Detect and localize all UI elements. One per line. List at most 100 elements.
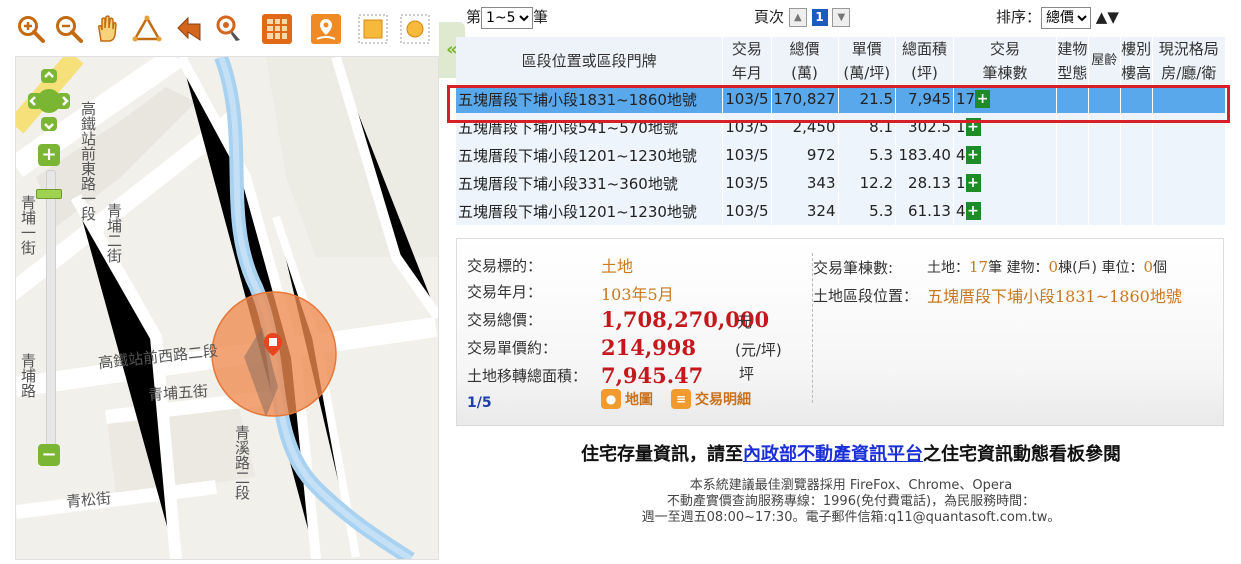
grid-layer-icon[interactable]	[356, 12, 390, 46]
cell-floor	[1120, 197, 1153, 225]
footer-browser-note: 本系統建議最佳瀏覽器採用 FireFox、Chrome、Opera	[689, 478, 1013, 493]
expand-plus-button[interactable]: +	[975, 90, 991, 109]
pan-control[interactable]	[28, 69, 70, 133]
parking-unit: 個	[1153, 260, 1168, 276]
cell-date: 103/5	[722, 113, 772, 141]
table-row[interactable]: 五塊厝段下埔小段1201~1230地號 103/5 972 5.3 183.40…	[456, 141, 1227, 169]
table-row[interactable]: 五塊厝段下埔小段541~570地號 103/5 2,450 8.1 302.5 …	[456, 113, 1227, 141]
page-prev-button[interactable]: ▲	[788, 8, 807, 27]
date-label: 交易年月：	[467, 283, 543, 301]
table-row[interactable]: 五塊厝段下埔小段1831~1860地號 103/5 170,827 21.5 7…	[456, 85, 1227, 113]
locate-pin-icon[interactable]	[212, 12, 246, 46]
range-select[interactable]: 1~5	[481, 7, 534, 29]
zoom-thumb[interactable]	[36, 189, 62, 199]
results-table: 區段位置或區段門牌 交易 總價 單價 總面積 交易 建物 屋齡 樓別 現況格局 …	[456, 37, 1227, 225]
col-header-count[interactable]: 交易	[953, 37, 1057, 61]
map-road-label: 青埔二街	[105, 203, 123, 263]
map-pin-icon[interactable]	[309, 12, 343, 46]
footer-hours-email: 週一至週五08:00~17:30。電子郵件信箱:q11@quantasoft.c…	[641, 510, 1061, 525]
map-road-label: 青松街	[65, 489, 112, 511]
col-header-btype[interactable]: 建物	[1056, 37, 1089, 61]
col-header-count-sub: 筆棟數	[953, 61, 1057, 85]
col-header-area[interactable]: 總面積	[895, 37, 954, 61]
zoom-track[interactable]	[46, 170, 56, 446]
sort-select[interactable]: 總價	[1041, 7, 1092, 29]
col-header-date-sub: 年月	[722, 61, 772, 85]
col-header-unit[interactable]: 單價	[838, 37, 897, 61]
transaction-detail-button[interactable]: ≡ 交易明細	[671, 389, 751, 409]
sun-layer-icon[interactable]	[398, 12, 432, 46]
back-arrow-icon[interactable]	[172, 12, 206, 46]
zoom-out-icon[interactable]	[52, 12, 86, 46]
cell-area: 61.13	[895, 197, 954, 225]
map-button[interactable]: ● 地圖	[601, 389, 653, 409]
cell-btype	[1056, 113, 1089, 141]
cell-area: 7,945	[895, 85, 954, 113]
building-unit: 棟(戶)	[1058, 260, 1098, 276]
table-row[interactable]: 五塊厝段下埔小段1201~1230地號 103/5 324 5.3 61.13 …	[456, 197, 1227, 225]
area-value: 7,945.47	[601, 363, 704, 388]
sort-desc-button[interactable]: ▼	[1107, 8, 1119, 26]
map-view[interactable]: 高鐵站前東路一段 高鐵站前西路二段 青埔五街 青松街 青埔二街 青埔一街 青埔路…	[15, 56, 439, 560]
map-toolbar	[14, 10, 444, 50]
cell-age	[1088, 197, 1121, 225]
col-header-unit-sub: (萬/坪)	[838, 61, 897, 85]
list-icon: ≡	[671, 389, 691, 409]
cell-location: 五塊厝段下埔小段1831~1860地號	[456, 85, 724, 113]
zoom-plus-button[interactable]: +	[38, 144, 60, 166]
count-value: 17	[955, 89, 976, 108]
page-number-button[interactable]: 1	[811, 9, 828, 26]
col-header-location[interactable]: 區段位置或區段門牌	[456, 37, 724, 85]
table-header-row: 區段位置或區段門牌 交易 總價 單價 總面積 交易 建物 屋齡 樓別 現況格局	[456, 37, 1227, 85]
building-label: 建物：	[1006, 260, 1049, 276]
sort-asc-button[interactable]: ▲	[1096, 8, 1108, 26]
land-label: 土地：	[927, 260, 969, 276]
cell-count: 1 +	[953, 113, 1057, 141]
moi-platform-link[interactable]: 內政部不動產資訊平台	[743, 444, 923, 465]
col-header-age[interactable]: 屋齡	[1088, 37, 1121, 85]
zoom-minus-button[interactable]: −	[38, 444, 60, 466]
col-header-total-sub: (萬)	[771, 61, 839, 85]
col-header-total[interactable]: 總價	[771, 37, 839, 61]
expand-plus-button[interactable]: +	[965, 202, 981, 221]
page-next-button[interactable]: ▼	[832, 8, 851, 27]
cell-area: 28.13	[895, 169, 954, 197]
measure-area-icon[interactable]	[130, 12, 164, 46]
count-value: 1	[955, 173, 966, 192]
page-label: 頁次	[754, 8, 785, 26]
cell-total: 2,450	[771, 113, 839, 141]
table-row[interactable]: 五塊厝段下埔小段331~360地號 103/5 343 12.2 28.13 1…	[456, 169, 1227, 197]
zoom-in-icon[interactable]	[14, 12, 48, 46]
expand-plus-button[interactable]: +	[965, 146, 981, 165]
table-layer-icon[interactable]	[260, 12, 294, 46]
total-unit: 元	[737, 313, 753, 331]
zoom-slider[interactable]: + −	[36, 144, 62, 495]
expand-plus-button[interactable]: +	[965, 174, 981, 193]
expand-plus-button[interactable]: +	[965, 118, 981, 137]
unit-price-value: 214,998	[601, 335, 696, 360]
cell-unit: 8.1	[838, 113, 897, 141]
col-header-layout[interactable]: 現況格局	[1152, 37, 1227, 61]
map-road-label: 高鐵站前東路一段	[79, 101, 97, 221]
cell-area: 183.40	[895, 141, 954, 169]
cell-floor	[1120, 169, 1153, 197]
cell-area: 302.5	[895, 113, 954, 141]
cell-location: 五塊厝段下埔小段1201~1230地號	[456, 141, 724, 169]
pan-hand-icon[interactable]	[90, 12, 124, 46]
col-header-date[interactable]: 交易	[722, 37, 772, 61]
col-header-floor[interactable]: 樓別	[1120, 37, 1153, 61]
pager: 頁次 ▲ 1 ▼	[754, 6, 851, 27]
cell-btype	[1056, 169, 1089, 197]
cell-count: 4 +	[953, 197, 1057, 225]
cell-location: 五塊厝段下埔小段1201~1230地號	[456, 197, 724, 225]
cell-unit: 21.5	[838, 85, 897, 113]
cell-floor	[1120, 85, 1153, 113]
building-value: 0	[1048, 258, 1059, 276]
sort-label: 排序：	[996, 8, 1042, 26]
sort-control: 排序： 總價 ▲▼	[996, 6, 1119, 29]
cell-age	[1088, 85, 1121, 113]
housing-notice: 住宅存量資訊，請至內政部不動產資訊平台之住宅資訊動態看板參閱	[456, 440, 1241, 466]
target-value: 土地	[601, 257, 634, 276]
cell-total: 972	[771, 141, 839, 169]
cell-layout	[1152, 113, 1227, 141]
